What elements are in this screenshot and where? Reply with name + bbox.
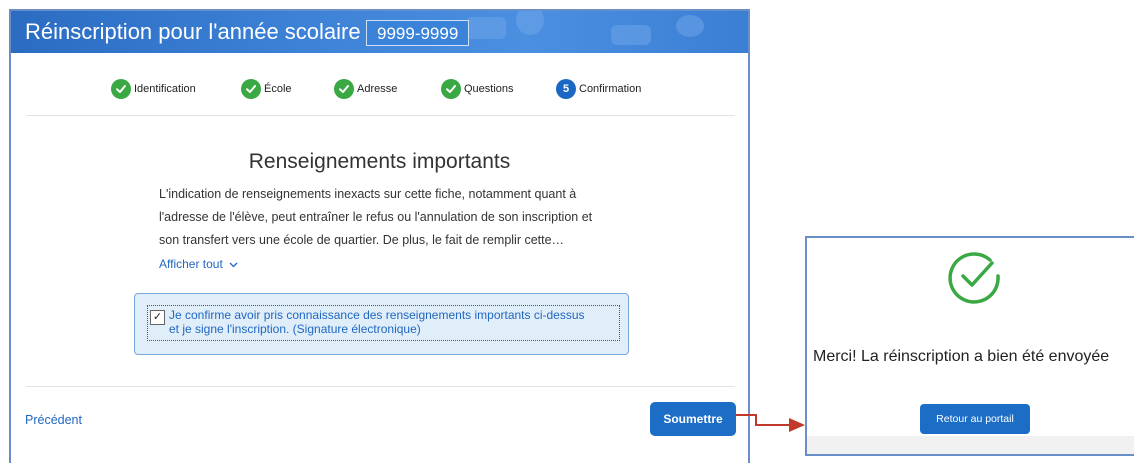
previous-link[interactable]: Précédent: [25, 413, 82, 427]
header-decoration: [516, 11, 544, 35]
page-title: Réinscription pour l'année scolaire: [25, 19, 361, 44]
school-year-badge: 9999-9999: [366, 20, 470, 46]
chevron-down-icon: [226, 257, 238, 271]
confirm-checkbox[interactable]: ✓: [150, 310, 165, 325]
check-circle-icon: [241, 79, 261, 99]
step-label: Identification: [134, 83, 196, 95]
check-circle-icon: [948, 252, 1000, 304]
divider: [26, 386, 735, 387]
step-label: Confirmation: [579, 83, 642, 95]
check-circle-icon: [111, 79, 131, 99]
header-decoration: [466, 17, 506, 39]
confirm-label[interactable]: Je confirme avoir pris connaissance des …: [169, 308, 585, 336]
progress-stepper: Identification École Adresse Questions 5…: [11, 77, 748, 101]
check-circle-icon: [334, 79, 354, 99]
step-identification: Identification: [111, 77, 196, 101]
header-decoration: [611, 25, 651, 45]
step-adresse: Adresse: [334, 77, 397, 101]
confirmation-box: ✓ Je confirme avoir pris connaissance de…: [134, 293, 629, 355]
paragraph-line: son transfert vers une école de quartier…: [159, 233, 565, 247]
divider: [26, 115, 735, 116]
step-number-icon: 5: [556, 79, 576, 99]
registration-window: Réinscription pour l'année scolaire 9999…: [9, 9, 750, 463]
back-to-portal-button[interactable]: Retour au portail: [920, 404, 1030, 434]
confirmation-focus-outline: ✓ Je confirme avoir pris connaissance de…: [147, 305, 620, 341]
section-title: Renseignements importants: [248, 150, 511, 173]
check-circle-icon: [441, 79, 461, 99]
show-all-link[interactable]: Afficher tout: [159, 256, 238, 272]
confirm-label-line: Je confirme avoir pris connaissance des …: [169, 308, 585, 322]
header-decoration: [676, 15, 704, 37]
paragraph-line: l'adresse de l'élève, peut entraîner le …: [159, 210, 593, 224]
show-all-label: Afficher tout: [159, 257, 223, 271]
important-info-text: L'indication de renseignements inexacts …: [159, 183, 614, 252]
success-footer: [807, 436, 1134, 454]
confirm-label-line: et je signe l'inscription. (Signature él…: [169, 322, 421, 336]
success-window: Merci! La réinscription a bien été envoy…: [805, 236, 1134, 456]
page-header: Réinscription pour l'année scolaire 9999…: [11, 11, 748, 53]
submit-button[interactable]: Soumettre: [650, 402, 736, 436]
step-ecole: École: [241, 77, 292, 101]
paragraph-line: L'indication de renseignements inexacts …: [159, 187, 577, 201]
step-label: Adresse: [357, 83, 398, 95]
arrow-right-icon: [735, 414, 805, 432]
success-message: Merci! La réinscription a bien été envoy…: [813, 348, 1110, 365]
step-label: Questions: [464, 83, 514, 95]
step-questions: Questions: [441, 77, 514, 101]
step-label: École: [264, 83, 292, 95]
step-confirmation: 5 Confirmation: [556, 77, 641, 101]
